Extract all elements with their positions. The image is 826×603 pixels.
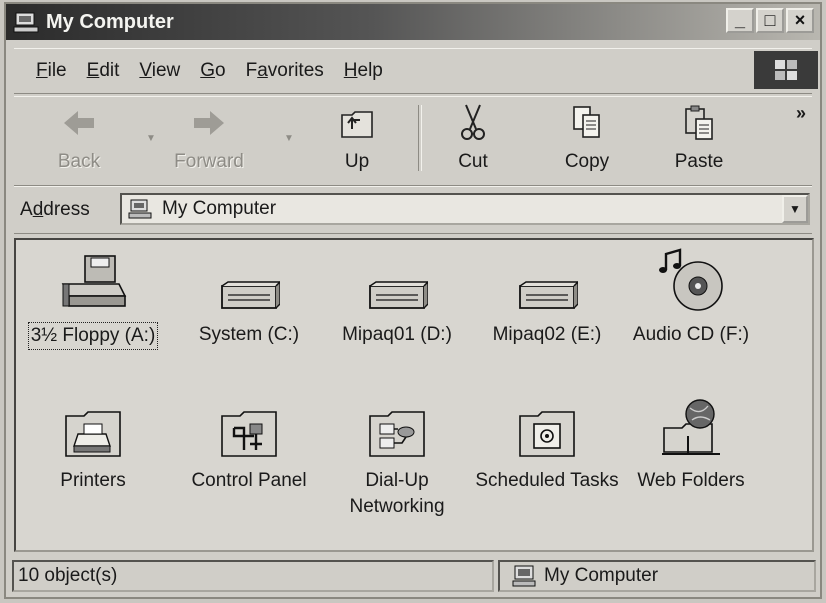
item-label: Web Folders <box>637 470 745 491</box>
paste-clipboard-icon <box>685 105 713 140</box>
folder-scheduled-tasks[interactable]: Scheduled Tasks <box>472 396 622 494</box>
my-computer-small-icon <box>512 565 536 587</box>
drive-audio-cd-f[interactable]: Audio CD (F:) <box>616 244 766 348</box>
address-value: My Computer <box>162 198 277 219</box>
floppy-drive-icon <box>61 255 127 307</box>
back-dropdown-icon[interactable]: ▼ <box>146 133 156 144</box>
item-label: Mipaq01 (D:) <box>342 324 452 345</box>
hard-drive-icon <box>221 281 280 309</box>
menu-bar: File Edit View Go Favorites Help <box>14 48 818 94</box>
address-bar: Address My Computer ▼ <box>14 186 812 234</box>
printers-folder-icon <box>65 411 121 457</box>
toolbar-more-chevron[interactable]: » <box>796 103 806 124</box>
windows-logo-icon <box>775 60 797 80</box>
status-bar: 10 object(s) My Computer <box>12 560 816 594</box>
forward-arrow-icon <box>194 111 224 135</box>
web-folders-icon <box>662 399 720 455</box>
status-location: My Computer <box>498 560 816 592</box>
menu-view[interactable]: View <box>139 60 180 82</box>
item-label: System (C:) <box>198 324 300 345</box>
standard-toolbar: Back ▼ Forward ▼ Up Cut Copy Paste » <box>14 96 812 186</box>
address-input[interactable]: My Computer ▼ <box>120 193 810 225</box>
back-button[interactable]: Back <box>34 103 124 181</box>
dialup-folder-icon <box>369 411 425 457</box>
scissors-icon <box>461 104 485 140</box>
maximize-button[interactable]: □ <box>756 8 784 33</box>
folder-web-folders[interactable]: Web Folders <box>616 390 766 494</box>
my-computer-icon <box>13 12 39 33</box>
drive-system-c[interactable]: System (C:) <box>174 250 324 348</box>
address-label: Address <box>20 199 90 220</box>
menu-favorites[interactable]: Favorites <box>246 60 324 82</box>
scheduled-tasks-folder-icon <box>519 411 575 457</box>
item-label: Dial-Up Networking <box>349 470 445 517</box>
audio-cd-icon <box>659 248 723 311</box>
cut-label: Cut <box>458 151 488 172</box>
status-object-count: 10 object(s) <box>12 560 494 592</box>
copy-button[interactable]: Copy <box>542 103 632 181</box>
close-button[interactable]: × <box>786 8 814 33</box>
forward-button[interactable]: Forward <box>164 103 254 181</box>
menu-go[interactable]: Go <box>200 60 225 82</box>
menu-help[interactable]: Help <box>344 60 383 82</box>
up-folder-icon <box>341 111 373 138</box>
drive-floppy-a[interactable]: 3½ Floppy (A:) <box>18 250 168 350</box>
folder-control-panel[interactable]: Control Panel <box>174 396 324 494</box>
back-label: Back <box>57 151 101 172</box>
hard-drive-icon <box>369 281 428 309</box>
paste-button[interactable]: Paste <box>654 103 744 181</box>
item-label: Printers <box>60 470 126 491</box>
up-label: Up <box>344 151 370 172</box>
drive-mipaq02-e[interactable]: Mipaq02 (E:) <box>472 250 622 348</box>
copy-label: Copy <box>564 151 610 172</box>
item-label: 3½ Floppy (A:) <box>27 322 159 350</box>
explorer-window: My Computer _ □ × File Edit View Go Favo… <box>4 2 822 599</box>
minimize-button[interactable]: _ <box>726 8 754 33</box>
item-label: Mipaq02 (E:) <box>492 324 602 345</box>
item-label: Scheduled Tasks <box>475 470 619 491</box>
cut-button[interactable]: Cut <box>428 103 518 181</box>
item-label: Audio CD (F:) <box>632 324 750 345</box>
my-computer-small-icon <box>128 199 152 219</box>
windows-logo-throbber <box>754 51 818 89</box>
paste-label: Paste <box>674 151 724 172</box>
menu-edit[interactable]: Edit <box>87 60 120 82</box>
folder-printers[interactable]: Printers <box>18 396 168 494</box>
control-panel-folder-icon <box>221 411 277 457</box>
forward-label: Forward <box>174 151 244 172</box>
item-label: Control Panel <box>191 470 307 491</box>
forward-dropdown-icon[interactable]: ▼ <box>284 133 294 144</box>
back-arrow-icon <box>64 111 94 135</box>
up-button[interactable]: Up <box>312 103 402 181</box>
hard-drive-icon <box>519 281 578 309</box>
copy-icon <box>573 106 600 138</box>
folder-dial-up-networking[interactable]: Dial-Up Networking <box>322 396 472 520</box>
drive-mipaq01-d[interactable]: Mipaq01 (D:) <box>322 250 472 348</box>
address-dropdown-button[interactable]: ▼ <box>782 195 808 223</box>
window-title: My Computer <box>46 10 174 33</box>
title-bar[interactable]: My Computer _ □ × <box>6 4 820 40</box>
menu-file[interactable]: File <box>36 60 67 82</box>
file-view: 3½ Floppy (A:) System (C:) Mipaq01 (D:) … <box>14 238 814 552</box>
